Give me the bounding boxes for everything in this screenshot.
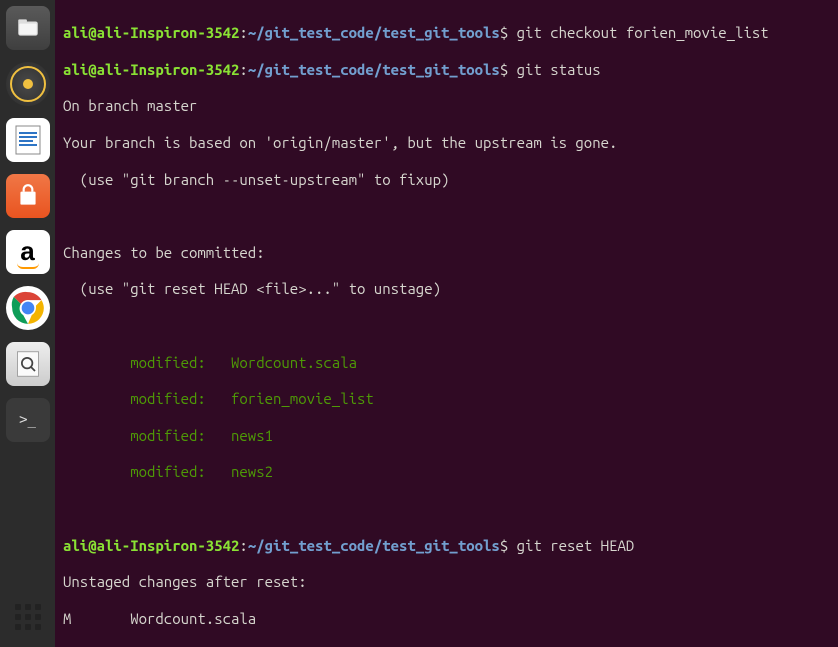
libreoffice-writer-icon[interactable]	[6, 118, 50, 162]
chrome-icon[interactable]	[6, 286, 50, 330]
staged-modified: modified: news1	[63, 427, 830, 445]
document-viewer-icon[interactable]	[6, 342, 50, 386]
document-icon	[12, 124, 44, 156]
output-line: (use "git branch --unset-upstream" to fi…	[63, 171, 830, 189]
prompt-dollar: $	[500, 24, 508, 41]
prompt-user: ali@ali-Inspiron-3542	[63, 537, 239, 554]
amazon-icon[interactable]: a	[6, 230, 50, 274]
magnifier-icon	[14, 350, 42, 378]
amazon-letter: a	[20, 236, 34, 267]
speaker-icon	[10, 66, 46, 102]
files-icon[interactable]	[6, 6, 50, 50]
staged-modified: modified: forien_movie_list	[63, 390, 830, 408]
prompt-sep: :	[239, 61, 247, 78]
prompt-dollar: $	[500, 61, 508, 78]
staged-modified: modified: Wordcount.scala	[63, 354, 830, 372]
prompt-path: ~/git_test_code/test_git_tools	[248, 537, 500, 554]
terminal-prompt-icon: >_	[15, 410, 40, 430]
rhythmbox-icon[interactable]	[6, 62, 50, 106]
terminal-window[interactable]: ali@ali-Inspiron-3542:~/git_test_code/te…	[55, 0, 838, 647]
apps-grid-icon	[15, 604, 41, 630]
output-line: Changes to be committed:	[63, 244, 830, 262]
output-line: On branch master	[63, 97, 830, 115]
chrome-logo-icon	[9, 289, 47, 327]
output-line: Your branch is based on 'origin/master',…	[63, 134, 830, 152]
prompt-user: ali@ali-Inspiron-3542	[63, 24, 239, 41]
prompt-dollar: $	[500, 537, 508, 554]
amazon-smile-icon	[17, 263, 39, 269]
output-line: (use "git reset HEAD <file>..." to unsta…	[63, 280, 830, 298]
command-text: git reset HEAD	[517, 537, 635, 554]
prompt-sep: :	[239, 24, 247, 41]
shopping-bag-icon	[15, 183, 41, 209]
command-text: git status	[517, 61, 601, 78]
launcher-sidebar: a >_	[0, 0, 55, 647]
output-line: Unstaged changes after reset:	[63, 573, 830, 591]
folder-icon	[15, 15, 41, 41]
staged-modified: modified: news2	[63, 463, 830, 481]
show-applications-icon[interactable]	[6, 595, 50, 639]
prompt-sep: :	[239, 537, 247, 554]
prompt-path: ~/git_test_code/test_git_tools	[248, 24, 500, 41]
command-text: git checkout forien_movie_list	[517, 24, 769, 41]
prompt-user: ali@ali-Inspiron-3542	[63, 61, 239, 78]
output-line: M Wordcount.scala	[63, 610, 830, 628]
prompt-path: ~/git_test_code/test_git_tools	[248, 61, 500, 78]
ubuntu-software-icon[interactable]	[6, 174, 50, 218]
terminal-launcher-icon[interactable]: >_	[6, 398, 50, 442]
